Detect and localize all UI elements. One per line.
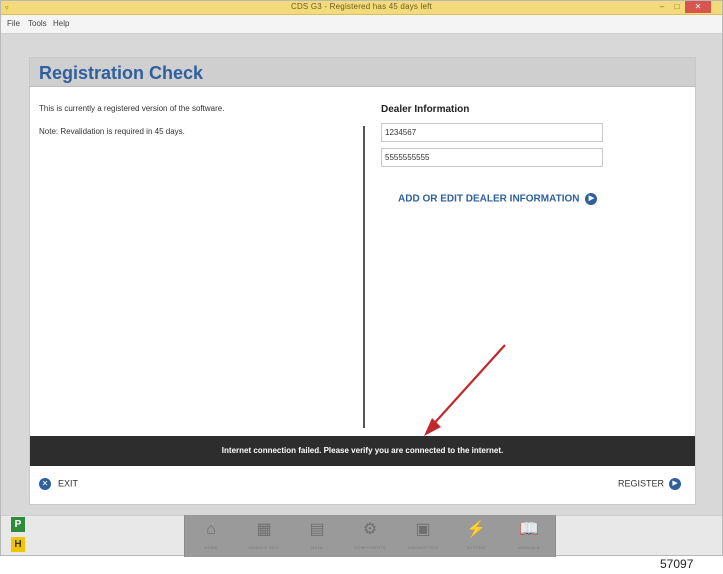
home-icon: ⌂ xyxy=(206,521,216,538)
nav-home[interactable]: ⌂ HOME xyxy=(185,515,237,557)
menu-tools[interactable]: Tools xyxy=(28,19,47,28)
arrow-right-icon: ▶ xyxy=(585,193,598,205)
add-edit-dealer-label: ADD OR EDIT DEALER INFORMATION xyxy=(398,193,580,205)
nav-components-label: COMPONENTS xyxy=(354,545,386,550)
manuals-icon: 📖 xyxy=(519,521,539,538)
nav-components[interactable]: ⚙ COMPONENTS xyxy=(344,515,396,557)
title-bar: ▿ CDS G3 - Registered has 45 days left –… xyxy=(1,1,722,15)
nav-diagnostics[interactable]: ▣ DIAGNOSTICS xyxy=(397,515,449,557)
nav-manuals[interactable]: 📖 MANUALS xyxy=(503,515,555,557)
error-banner: Internet connection failed. Please verif… xyxy=(30,436,695,466)
register-label: REGISTER xyxy=(618,478,665,489)
minimize-button[interactable]: – xyxy=(655,1,669,13)
registration-panel: Registration Check This is currently a r… xyxy=(29,57,696,505)
figure-number: 57097 xyxy=(660,557,694,571)
window-title: CDS G3 - Registered has 45 days left xyxy=(290,2,433,11)
panel-header: Registration Check xyxy=(30,58,695,87)
menu-help[interactable]: Help xyxy=(53,19,69,28)
column-divider xyxy=(363,126,365,428)
exit-label: EXIT xyxy=(58,478,79,489)
components-icon: ⚙ xyxy=(362,521,378,538)
registration-status-text: This is currently a registered version o… xyxy=(39,104,225,113)
dealer-info-heading: Dealer Information xyxy=(381,104,470,115)
dealer-number-field[interactable]: 1234567 xyxy=(381,123,603,142)
error-message: Internet connection failed. Please verif… xyxy=(221,446,504,455)
app-window: ▿ CDS G3 - Registered has 45 days left –… xyxy=(0,0,723,557)
nav-module-info[interactable]: ▦ MODULE INFO xyxy=(238,515,290,557)
revalidation-note: Note: Revalidation is required in 45 day… xyxy=(39,127,185,136)
data-icon: ▤ xyxy=(309,521,325,538)
nav-data[interactable]: ▤ DATA xyxy=(291,515,343,557)
add-edit-dealer-button[interactable]: ADD OR EDIT DEALER INFORMATION ▶ xyxy=(398,193,598,205)
p-badge[interactable]: P xyxy=(11,517,25,532)
nav-data-label: DATA xyxy=(311,545,323,550)
menu-file[interactable]: File xyxy=(7,19,20,28)
close-button[interactable]: ✕ xyxy=(685,1,711,13)
exit-button[interactable]: ✕ EXIT xyxy=(39,478,78,490)
nav-module-info-label: MODULE INFO xyxy=(248,545,280,550)
maximize-button[interactable]: □ xyxy=(670,1,684,13)
footer-bar: ✕ EXIT REGISTER ▶ xyxy=(30,466,695,504)
diagnostics-icon: ▣ xyxy=(415,521,431,538)
nav-home-label: HOME xyxy=(204,545,218,550)
nav-manuals-label: MANUALS xyxy=(518,545,540,550)
module-icon: ▦ xyxy=(256,521,272,538)
page-title: Registration Check xyxy=(39,63,204,83)
menu-bar: File Tools Help xyxy=(1,15,722,34)
navigation-dock: ⌂ HOME ▦ MODULE INFO ▤ DATA ⚙ COMPONENTS… xyxy=(184,515,556,557)
system-icon: ⚡ xyxy=(466,521,486,538)
nav-system-label: SYSTEM xyxy=(466,545,486,550)
close-circle-icon: ✕ xyxy=(39,478,51,490)
register-button[interactable]: REGISTER ▶ xyxy=(618,478,682,490)
h-badge[interactable]: H xyxy=(11,537,25,552)
nav-system[interactable]: ⚡ SYSTEM xyxy=(450,515,502,557)
nav-diagnostics-label: DIAGNOSTICS xyxy=(407,545,439,550)
arrow-right-icon: ▶ xyxy=(669,478,682,490)
dealer-phone-field[interactable]: 5555555555 xyxy=(381,148,603,167)
